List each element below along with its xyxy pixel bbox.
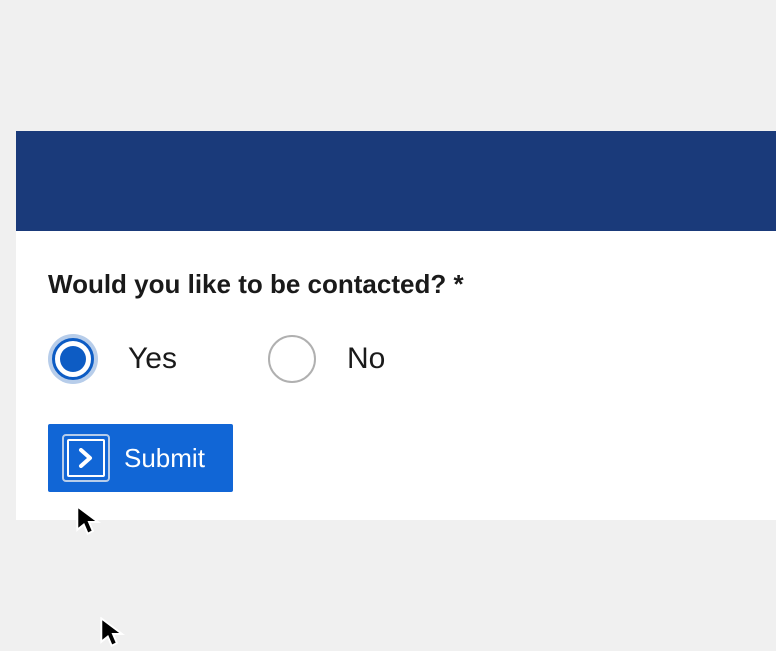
radio-label-yes: Yes <box>128 342 177 376</box>
radio-option-yes[interactable]: Yes <box>48 334 177 384</box>
card-header <box>16 131 776 231</box>
card-body: Would you like to be contacted? * Yes No <box>16 231 776 520</box>
question-label: Would you like to be contacted? * <box>48 269 744 300</box>
radio-yes[interactable] <box>48 334 98 384</box>
submit-button[interactable]: Submit <box>48 424 233 492</box>
form-card: Would you like to be contacted? * Yes No <box>16 131 776 520</box>
radio-option-no[interactable]: No <box>267 334 385 384</box>
radio-label-no: No <box>347 342 385 376</box>
submit-label: Submit <box>124 443 205 474</box>
radio-group: Yes No <box>48 334 744 384</box>
radio-no[interactable] <box>267 334 317 384</box>
cursor-icon <box>100 617 126 651</box>
chevron-right-icon <box>62 434 110 482</box>
